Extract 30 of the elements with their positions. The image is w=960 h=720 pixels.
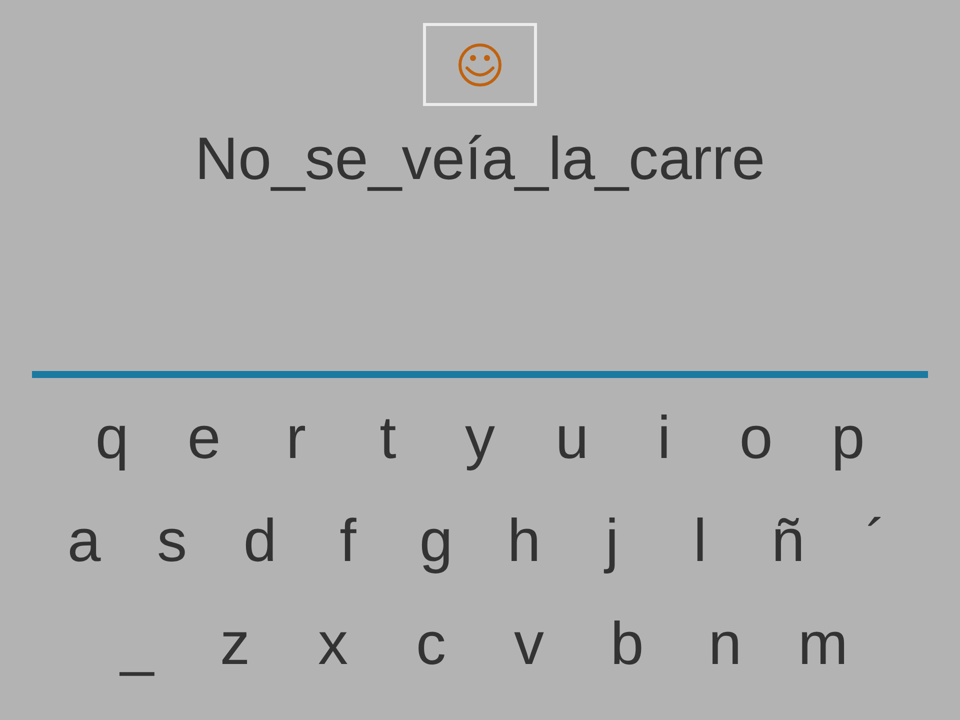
letter-key[interactable]: j (568, 506, 656, 576)
letter-key[interactable]: u (526, 403, 618, 473)
letter-key[interactable]: b (578, 609, 676, 679)
puzzle-phrase: No_se_veía_la_carre (194, 124, 766, 194)
letter-key[interactable]: y (434, 403, 526, 473)
letter-key[interactable]: x (284, 609, 382, 679)
letter-key[interactable]: c (382, 609, 480, 679)
letter-key[interactable]: _ (88, 609, 186, 679)
letter-key[interactable]: p (802, 403, 894, 473)
letter-key[interactable]: q (66, 403, 158, 473)
letter-key[interactable]: s (128, 506, 216, 576)
letter-key[interactable]: r (250, 403, 342, 473)
letter-key[interactable]: z (186, 609, 284, 679)
letter-key[interactable]: i (618, 403, 710, 473)
letter-key[interactable]: t (342, 403, 434, 473)
letter-key[interactable]: m (774, 609, 872, 679)
letter-key[interactable]: f (304, 506, 392, 576)
letter-key[interactable]: e (158, 403, 250, 473)
letter-key[interactable]: h (480, 506, 568, 576)
letter-key[interactable]: a (40, 506, 128, 576)
letter-key[interactable]: v (480, 609, 578, 679)
smiley-icon (457, 42, 503, 88)
letter-key[interactable]: l (656, 506, 744, 576)
letter-key[interactable]: o (710, 403, 802, 473)
letter-key[interactable]: d (216, 506, 304, 576)
letter-key[interactable]: n (676, 609, 774, 679)
letter-key[interactable]: ñ (744, 506, 832, 576)
smiley-button[interactable] (423, 23, 537, 106)
letter-key[interactable]: g (392, 506, 480, 576)
letter-key[interactable]: ´ (832, 506, 920, 576)
